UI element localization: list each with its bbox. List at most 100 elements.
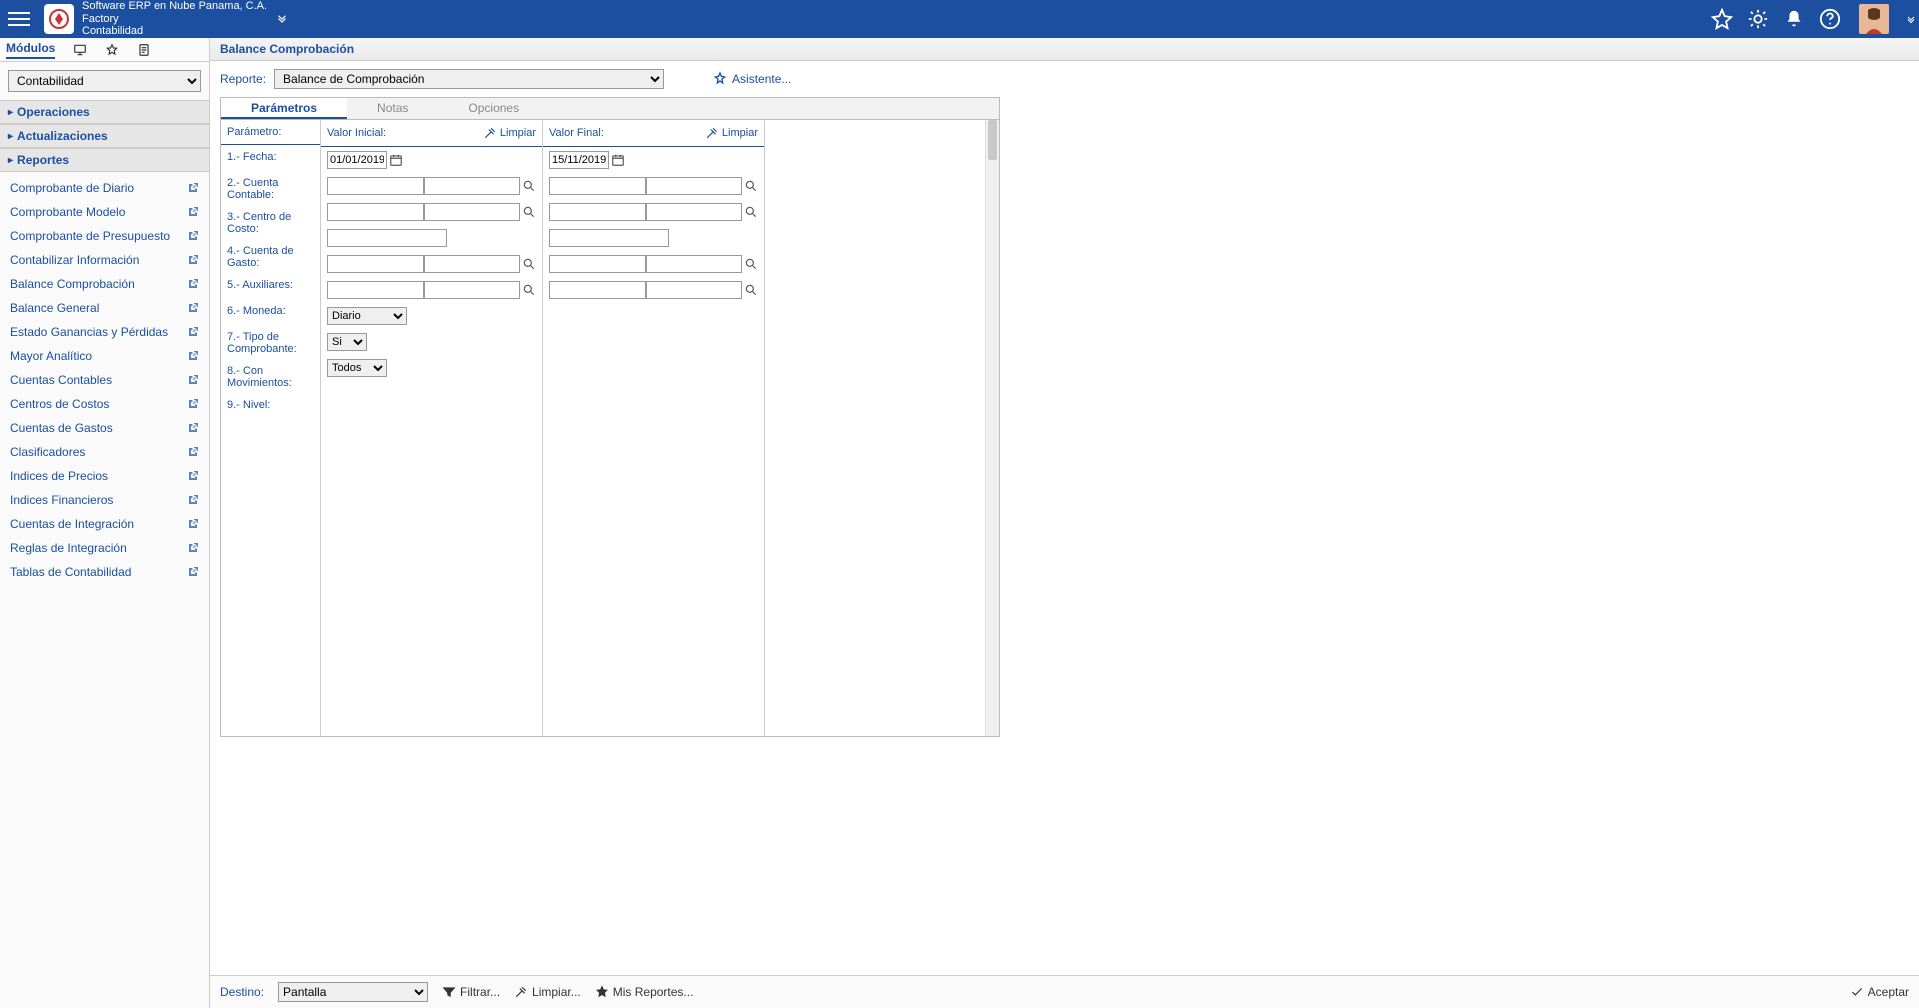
page-title: Balance Comprobación <box>210 38 1919 61</box>
section-reportes[interactable]: ▸Reportes <box>0 148 209 172</box>
centro-costo-fin-desc[interactable] <box>646 203 743 221</box>
report-item[interactable]: Mayor Analítico <box>0 344 209 368</box>
report-list: Comprobante de Diario Comprobante Modelo… <box>0 172 209 588</box>
section-actualizaciones[interactable]: ▸Actualizaciones <box>0 124 209 148</box>
footer-bar: Destino: Pantalla Filtrar... Limpiar... … <box>210 975 1919 1008</box>
nivel-select[interactable]: Todos <box>327 359 387 377</box>
cuenta-contable-fin-code[interactable] <box>549 177 646 195</box>
user-avatar[interactable] <box>1859 4 1889 34</box>
tab-modulos[interactable]: Módulos <box>6 41 55 59</box>
document-icon[interactable] <box>137 43 151 57</box>
module-label: Contabilidad <box>82 25 267 38</box>
report-item[interactable]: Comprobante Modelo <box>0 200 209 224</box>
search-icon[interactable] <box>522 257 536 271</box>
report-item[interactable]: Cuentas Contables <box>0 368 209 392</box>
search-icon[interactable] <box>744 283 758 297</box>
star-icon[interactable] <box>1711 8 1733 30</box>
filtrar-button[interactable]: Filtrar... <box>442 985 500 999</box>
search-icon[interactable] <box>744 257 758 271</box>
cuenta-contable-fin-desc[interactable] <box>646 177 743 195</box>
valor-final-column: Valor Final: Limpiar <box>543 120 765 736</box>
fecha-inicial-input[interactable] <box>327 151 387 169</box>
tab-notas[interactable]: Notas <box>347 98 438 119</box>
con-movimientos-select[interactable]: Si <box>327 333 367 351</box>
chevron-down-icon[interactable] <box>275 11 289 28</box>
tab-opciones[interactable]: Opciones <box>438 98 549 119</box>
report-item[interactable]: Cuentas de Integración <box>0 512 209 536</box>
scrollbar[interactable] <box>985 120 999 736</box>
moneda-fin-desc[interactable] <box>646 281 743 299</box>
valor-inicial-column: Valor Inicial: Limpiar Diario Si Todos <box>321 120 543 736</box>
moneda-ini-desc[interactable] <box>424 281 521 299</box>
report-item[interactable]: Cuentas de Gastos <box>0 416 209 440</box>
limpiar-inicial-button[interactable]: Limpiar <box>483 126 536 140</box>
auxiliares-fin-desc[interactable] <box>646 255 743 273</box>
hamburger-menu-icon[interactable] <box>8 5 36 33</box>
limpiar-button[interactable]: Limpiar... <box>514 985 581 999</box>
external-link-icon <box>187 350 199 362</box>
search-icon[interactable] <box>744 179 758 193</box>
cuenta-gasto-ini-input[interactable] <box>327 229 447 247</box>
external-link-icon <box>187 422 199 434</box>
param-label: 5.- Auxiliares: <box>221 273 320 299</box>
help-icon[interactable] <box>1819 8 1841 30</box>
asistente-button[interactable]: Asistente... <box>712 71 791 87</box>
reporte-label: Reporte: <box>220 72 266 86</box>
expand-chevron-icon[interactable] <box>1903 0 1919 38</box>
section-operaciones[interactable]: ▸Operaciones <box>0 100 209 124</box>
auxiliares-ini-desc[interactable] <box>424 255 521 273</box>
cuenta-contable-ini-desc[interactable] <box>424 177 521 195</box>
gear-icon[interactable] <box>1747 8 1769 30</box>
report-item[interactable]: Balance Comprobación <box>0 272 209 296</box>
report-item[interactable]: Contabilizar Información <box>0 248 209 272</box>
auxiliares-fin-code[interactable] <box>549 255 646 273</box>
centro-costo-ini-desc[interactable] <box>424 203 521 221</box>
report-item[interactable]: Clasificadores <box>0 440 209 464</box>
monitor-icon[interactable] <box>73 43 87 57</box>
external-link-icon <box>187 494 199 506</box>
param-label: 8.- Con Movimientos: <box>221 359 320 393</box>
reporte-select[interactable]: Balance de Comprobación <box>274 69 664 89</box>
report-item[interactable]: Indices de Precios <box>0 464 209 488</box>
tab-parametros[interactable]: Parámetros <box>221 98 347 119</box>
external-link-icon <box>187 446 199 458</box>
limpiar-final-button[interactable]: Limpiar <box>705 126 758 140</box>
report-item[interactable]: Estado Ganancias y Pérdidas <box>0 320 209 344</box>
destino-select[interactable]: Pantalla <box>278 982 428 1002</box>
fecha-final-input[interactable] <box>549 151 609 169</box>
module-select[interactable]: Contabilidad <box>8 70 201 92</box>
calendar-icon[interactable] <box>611 153 625 167</box>
external-link-icon <box>187 182 199 194</box>
external-link-icon <box>187 302 199 314</box>
report-item[interactable]: Indices Financieros <box>0 488 209 512</box>
aceptar-button[interactable]: Aceptar <box>1850 985 1909 999</box>
moneda-ini-code[interactable] <box>327 281 424 299</box>
calendar-icon[interactable] <box>389 153 403 167</box>
centro-costo-ini-code[interactable] <box>327 203 424 221</box>
param-label: 2.- Cuenta Contable: <box>221 171 320 205</box>
mis-reportes-button[interactable]: Mis Reportes... <box>595 985 694 999</box>
centro-costo-fin-code[interactable] <box>549 203 646 221</box>
content-area: Balance Comprobación Reporte: Balance de… <box>210 38 1919 1008</box>
tipo-comprobante-select[interactable]: Diario <box>327 307 407 325</box>
sidebar-tabs: Módulos <box>0 38 209 62</box>
report-item[interactable]: Centros de Costos <box>0 392 209 416</box>
app-logo[interactable] <box>44 4 74 34</box>
search-icon[interactable] <box>522 179 536 193</box>
search-icon[interactable] <box>522 205 536 219</box>
favorite-star-icon[interactable] <box>105 43 119 57</box>
bell-icon[interactable] <box>1783 8 1805 30</box>
search-icon[interactable] <box>522 283 536 297</box>
report-item[interactable]: Tablas de Contabilidad <box>0 560 209 584</box>
report-item[interactable]: Comprobante de Presupuesto <box>0 224 209 248</box>
cuenta-contable-ini-code[interactable] <box>327 177 424 195</box>
report-item[interactable]: Comprobante de Diario <box>0 176 209 200</box>
report-item[interactable]: Balance General <box>0 296 209 320</box>
report-item[interactable]: Reglas de Integración <box>0 536 209 560</box>
moneda-fin-code[interactable] <box>549 281 646 299</box>
search-icon[interactable] <box>744 205 758 219</box>
external-link-icon <box>187 326 199 338</box>
external-link-icon <box>187 206 199 218</box>
cuenta-gasto-fin-input[interactable] <box>549 229 669 247</box>
auxiliares-ini-code[interactable] <box>327 255 424 273</box>
